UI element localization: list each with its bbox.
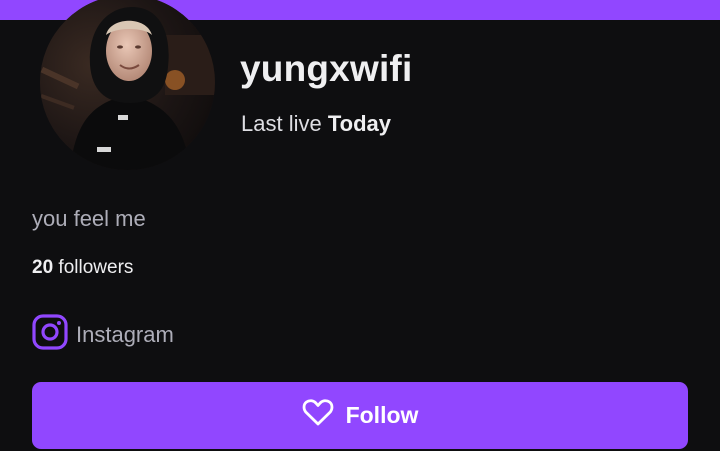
follow-button-label: Follow: [345, 402, 419, 428]
avatar-image: [40, 0, 215, 170]
followers-count: 20 followers: [32, 257, 133, 280]
avatar[interactable]: [40, 0, 215, 170]
channel-page: yungxwifi Last live Today you feel me 20…: [0, 0, 720, 451]
social-link-instagram[interactable]: Instagram: [32, 314, 174, 355]
heart-icon: [302, 399, 334, 432]
channel-username: yungxwifi: [240, 48, 413, 89]
instagram-icon: [32, 314, 68, 355]
social-link-label: Instagram: [76, 321, 174, 347]
followers-label: followers: [58, 257, 134, 278]
channel-bio: you feel me: [32, 206, 146, 231]
follow-button[interactable]: Follow: [32, 382, 688, 449]
last-live-value: Today: [327, 111, 391, 136]
last-live-status: Last live Today: [241, 111, 391, 137]
followers-number: 20: [32, 257, 54, 278]
last-live-prefix: Last live: [241, 111, 322, 136]
